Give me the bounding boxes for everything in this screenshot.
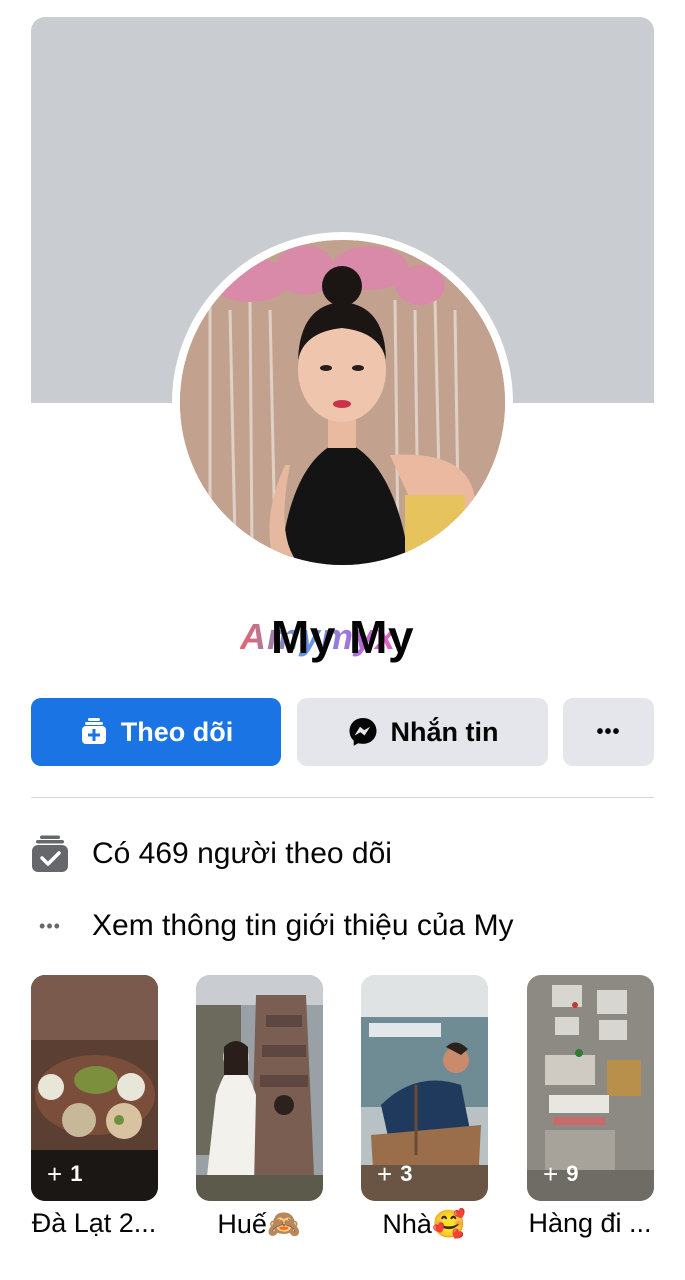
highlight-item[interactable]: + 9: [527, 975, 654, 1201]
more-icon: •••: [596, 720, 621, 743]
pagoda-photo-icon: [196, 975, 323, 1201]
message-label: Nhắn tin: [390, 716, 499, 747]
highlight-label[interactable]: Huế🙈: [184, 1208, 334, 1240]
highlight-item[interactable]: + 3: [361, 975, 488, 1201]
about-text: Xem thông tin giới thiệu của My: [92, 909, 514, 942]
follow-stack-icon: [31, 835, 69, 873]
more-dots-icon: •••: [39, 915, 61, 936]
message-button[interactable]: Nhắn tin: [297, 698, 548, 766]
highlight-count: + 3: [377, 1159, 413, 1189]
followers-text: Có 469 người theo dõi: [92, 837, 392, 870]
follow-label: Theo dõi: [120, 716, 234, 747]
plus-icon: +: [377, 1159, 393, 1189]
highlight-count: + 9: [543, 1159, 579, 1189]
followers-info[interactable]: Có 469 người theo dõi: [31, 832, 392, 876]
avatar-photo: [180, 240, 505, 565]
plus-icon: +: [543, 1159, 559, 1189]
highlight-count: + 1: [47, 1159, 83, 1189]
highlight-item[interactable]: + 1: [31, 975, 158, 1201]
messenger-icon: [347, 716, 379, 748]
highlight-label[interactable]: Nhà🥰: [349, 1208, 499, 1240]
about-info[interactable]: ••• Xem thông tin giới thiệu của My: [31, 904, 514, 948]
follow-icon: [79, 717, 109, 747]
divider: [31, 797, 654, 798]
plus-icon: +: [47, 1159, 63, 1189]
highlight-label[interactable]: Đà Lạt 2...: [19, 1208, 169, 1239]
profile-name-area: Amymyx My My: [0, 606, 685, 666]
profile-page: Amymyx My My Theo dõi Nhắn tin ••• Có 46…: [0, 0, 685, 1280]
highlight-label[interactable]: Hàng đi ...: [515, 1208, 665, 1239]
follow-button[interactable]: Theo dõi: [31, 698, 281, 766]
more-options-button[interactable]: •••: [563, 698, 654, 766]
avatar[interactable]: [180, 240, 505, 565]
profile-name: My My: [270, 611, 415, 663]
highlight-item[interactable]: [196, 975, 323, 1201]
